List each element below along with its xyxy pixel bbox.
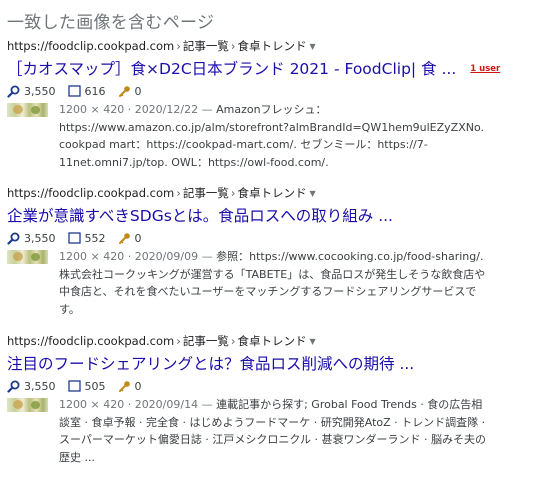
user-count-badge[interactable]: 1 user (470, 64, 500, 74)
crumb-category: 食卓トレンド (237, 334, 307, 348)
result-stats: 3,550 552 0 (7, 229, 535, 247)
result-stats: 3,550 505 0 (7, 377, 535, 395)
result-thumbnail[interactable] (7, 398, 48, 412)
key-count: 0 (134, 84, 142, 98)
result-domain: https://foodclip.cookpad.com (7, 334, 175, 348)
page-count: 552 (84, 231, 106, 245)
result-title-link[interactable]: 注目のフードシェアリングとは？食品ロス削減への期待 ... (7, 353, 414, 375)
crumb-articles: 記事一覧 (182, 39, 229, 53)
result-meta: 1200 × 420 · 2020/12/22 — (59, 103, 213, 116)
page-icon (67, 232, 81, 244)
view-count: 3,550 (24, 84, 56, 98)
page-icon (67, 85, 81, 97)
caret-down-icon[interactable]: ▼ (309, 42, 315, 51)
result-snippet: 1200 × 420 · 2020/09/09 — 参照：https://www… (59, 248, 489, 318)
similar-pages-panel: 一致した画像を含むページ https://foodclip.cookpad.co… (0, 0, 541, 480)
view-count: 3,550 (24, 231, 56, 245)
caret-down-icon[interactable]: ▼ (309, 337, 315, 346)
key-count: 0 (134, 231, 142, 245)
result-meta: 1200 × 420 · 2020/09/09 — (59, 250, 213, 263)
page-count: 616 (84, 84, 106, 98)
key-icon (118, 380, 130, 392)
result-item: https://foodclip.cookpad.com › 記事一覧 › 食卓トレンド… (7, 185, 535, 318)
breadcrumb: https://foodclip.cookpad.com › 記事一覧 › 食卓トレンド… (7, 334, 316, 348)
crumb-articles: 記事一覧 (182, 334, 229, 348)
breadcrumb: https://foodclip.cookpad.com › 記事一覧 › 食卓トレンド… (7, 186, 316, 200)
section-title: 一致した画像を含むページ (7, 13, 215, 33)
crumb-articles: 記事一覧 (182, 186, 229, 200)
result-thumbnail[interactable] (7, 250, 48, 264)
result-snippet: 1200 × 420 · 2020/12/22 — Amazonフレッシュ：ht… (59, 101, 489, 171)
result-domain: https://foodclip.cookpad.com (7, 186, 175, 200)
magnifier-icon (7, 380, 20, 393)
page-icon (67, 380, 81, 392)
result-stats: 3,550 616 0 (7, 82, 535, 100)
caret-down-icon[interactable]: ▼ (309, 189, 315, 198)
key-count: 0 (134, 379, 142, 393)
crumb-category: 食卓トレンド (237, 186, 307, 200)
result-title-link[interactable]: 企業が意識すべきSDGsとは。食品ロスへの取り組み ... (7, 205, 393, 227)
result-meta: 1200 × 420 · 2020/09/14 — (59, 398, 213, 411)
key-icon (118, 85, 130, 97)
page-count: 505 (84, 379, 106, 393)
result-snippet: 1200 × 420 · 2020/09/14 — 連載記事から探す; Grob… (59, 396, 489, 466)
magnifier-icon (7, 232, 20, 245)
result-domain: https://foodclip.cookpad.com (7, 39, 175, 53)
result-title-link[interactable]: ［カオスマップ］食×D2C日本ブランド 2021 - FoodClip| 食 .… (7, 58, 456, 80)
result-item: https://foodclip.cookpad.com › 記事一覧 › 食卓トレンド… (7, 38, 535, 171)
magnifier-icon (7, 85, 20, 98)
crumb-category: 食卓トレンド (237, 39, 307, 53)
view-count: 3,550 (24, 379, 56, 393)
key-icon (118, 232, 130, 244)
result-thumbnail[interactable] (7, 103, 48, 117)
result-item: https://foodclip.cookpad.com › 記事一覧 › 食卓トレンド… (7, 333, 535, 466)
breadcrumb: https://foodclip.cookpad.com › 記事一覧 › 食卓トレンド… (7, 39, 316, 53)
